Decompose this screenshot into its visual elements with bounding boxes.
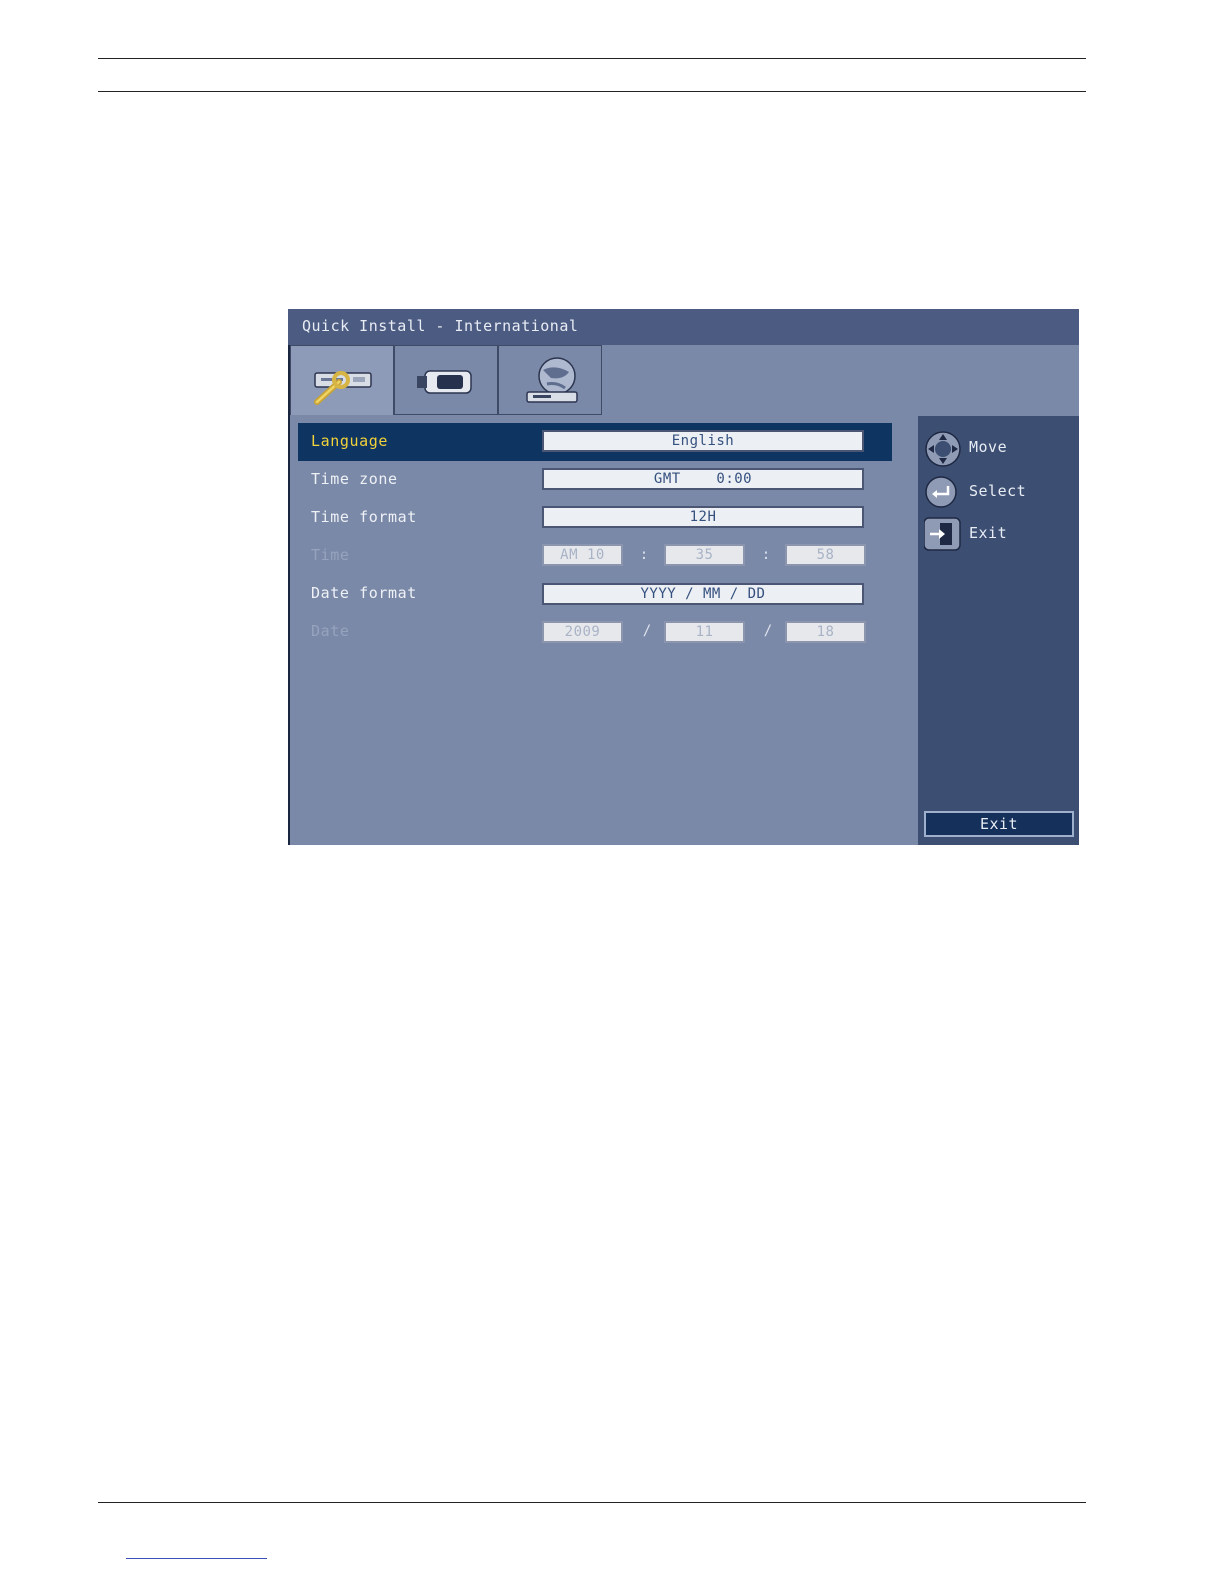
header-rule-bottom [98,91,1086,92]
language-label: Language [311,432,389,450]
time-minute-field: 35 [664,544,745,566]
wrench-recorder-icon [314,371,372,405]
time-row: Time AM 10 : 35 : 58 [298,537,892,575]
exit-button[interactable]: Exit [924,811,1074,837]
window-titlebar: Quick Install - International [288,309,1079,345]
header-rule-top [98,58,1086,59]
help-sidebar: Move Select Exit Exit [918,416,1079,845]
date-label: Date [311,622,350,640]
time-zone-field[interactable]: GMT 0:00 [542,468,864,490]
language-field[interactable]: English [542,430,864,452]
help-select: Select [924,474,1074,508]
time-label: Time [311,546,350,564]
quick-install-window: Quick Install - International Language E… [288,309,1079,845]
date-month-field: 11 [664,621,745,643]
help-select-label: Select [969,482,1027,500]
time-hour-field: AM 10 [542,544,623,566]
time-format-row[interactable]: Time format 12H [298,499,892,537]
date-year-field: 2009 [542,621,623,643]
date-row: Date 2009 / 11 / 18 [298,613,892,651]
help-move: Move [924,430,1074,467]
direction-pad-icon [925,431,961,467]
window-title: Quick Install - International [302,317,579,335]
date-separator-2: / [763,623,773,639]
date-format-row[interactable]: Date format YYYY / MM / DD [298,575,892,613]
footer-rule [98,1502,1086,1503]
time-format-field[interactable]: 12H [542,506,864,528]
language-row[interactable]: Language English [298,423,892,461]
time-separator-1: : [639,547,649,563]
exit-door-icon [924,517,961,551]
date-day-field: 18 [785,621,866,643]
globe-network-icon [526,357,578,403]
time-second-field: 58 [785,544,866,566]
date-format-label: Date format [311,584,417,602]
time-separator-2: : [761,547,771,563]
time-format-label: Time format [311,508,417,526]
enter-icon [925,476,957,508]
help-exit: Exit [924,516,1074,551]
date-separator-1: / [642,623,652,639]
date-format-field[interactable]: YYYY / MM / DD [542,583,864,605]
time-zone-label: Time zone [311,470,398,488]
tab-network[interactable] [498,345,602,415]
tab-international[interactable] [290,345,394,415]
tab-camera[interactable] [394,345,498,415]
help-exit-label: Exit [969,524,1008,542]
time-zone-row[interactable]: Time zone GMT 0:00 [298,461,892,499]
camera-icon [417,370,472,394]
help-move-label: Move [969,438,1008,456]
footer-link-underline [126,1558,267,1559]
